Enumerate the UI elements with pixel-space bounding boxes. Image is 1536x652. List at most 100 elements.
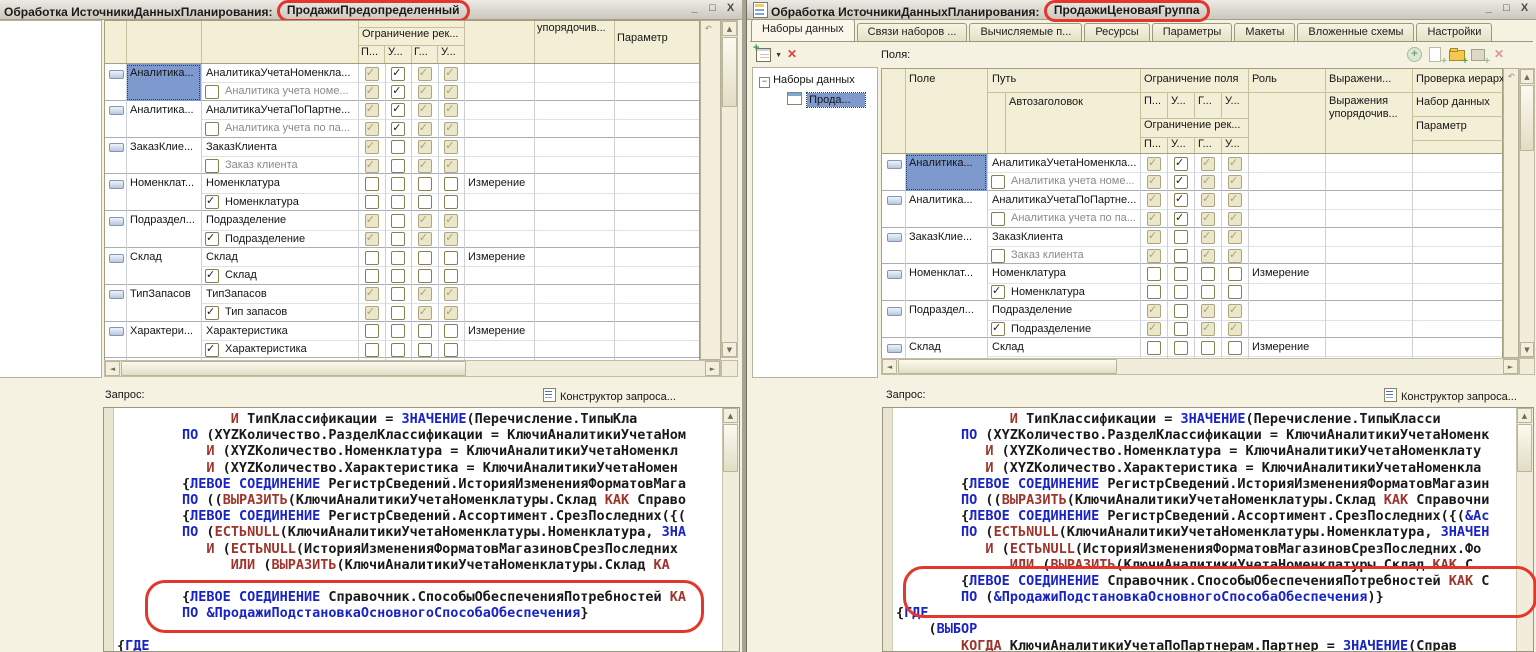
field-path-cell[interactable]: ТипЗапасов [206,285,355,303]
fields-table[interactable]: Аналитика...АналитикаУчетаНоменкла...Ана… [881,154,1503,358]
restriction-checkbox-unchecked[interactable] [1228,267,1242,281]
restriction-checkbox-unchecked[interactable] [365,177,379,191]
restriction-checkbox-disabled-checked[interactable] [365,306,379,320]
scroll-thumb[interactable] [723,424,738,472]
scroll-up-button[interactable]: ▲ [1517,408,1532,423]
field-name-cell[interactable]: Номенклат... [126,174,201,211]
restriction-checkbox-checked[interactable] [1174,157,1188,171]
restriction-checkbox-unchecked[interactable] [1201,267,1215,281]
restriction-checkbox-unchecked[interactable] [1174,341,1188,355]
field-name-cell[interactable]: ЗаказКлие... [126,138,201,175]
auto-title-cell[interactable]: Подразделение [1011,320,1136,338]
table-horizontal-scrollbar[interactable]: ◄ ► [104,360,721,377]
auto-title-cell[interactable]: Номенклатура [1011,283,1136,301]
row-drag-handle[interactable] [109,70,124,79]
restriction-checkbox-disabled-checked[interactable] [444,214,458,228]
restriction-checkbox-unchecked[interactable] [391,251,405,265]
scroll-up-button[interactable]: ▲ [1520,69,1534,84]
field-name-cell[interactable]: Склад [126,248,201,285]
restriction-checkbox-unchecked[interactable] [391,177,405,191]
field-name-cell[interactable]: Аналитика... [126,64,201,101]
titlebar-right[interactable]: Обработка ИсточникиДанныхПланирования: П… [747,0,1536,20]
restriction-checkbox-checked[interactable] [391,103,405,117]
restriction-checkbox-disabled-checked[interactable] [1228,249,1242,263]
restriction-checkbox-disabled-checked[interactable] [444,306,458,320]
row-drag-handle[interactable] [887,160,902,169]
field-path-cell[interactable]: Склад [206,248,355,266]
restriction-checkbox-disabled-checked[interactable] [444,67,458,81]
field-path-cell[interactable]: Характеристика [206,322,355,340]
restriction-checkbox-checked[interactable] [391,122,405,136]
auto-title-checkbox-unchecked[interactable] [205,85,219,99]
row-drag-handle[interactable] [887,344,902,353]
query-text-editor[interactable]: И ТипКлассификации = ЗНАЧЕНИЕ(Перечислен… [882,407,1534,652]
restriction-checkbox-unchecked[interactable] [391,343,405,357]
field-row-group[interactable]: Аналитика...АналитикаУчетаПоПартне...Ана… [105,101,699,138]
restriction-checkbox-unchecked[interactable] [444,177,458,191]
scroll-down-button[interactable]: ▼ [722,342,737,357]
restriction-checkbox-disabled-checked[interactable] [1228,175,1242,189]
auto-title-checkbox-checked[interactable] [205,306,219,320]
maximize-button[interactable]: □ [1500,1,1513,16]
restriction-checkbox-unchecked[interactable] [1147,285,1161,299]
datasets-tree-panel[interactable]: Наборы данных Прода... [752,67,878,378]
restriction-checkbox-disabled-checked[interactable] [365,85,379,99]
tab-parametry[interactable]: Параметры [1152,23,1233,41]
field-path-cell[interactable]: Номенклатура [206,174,355,192]
restriction-checkbox-unchecked[interactable] [391,324,405,338]
restriction-checkbox-disabled-checked[interactable] [365,140,379,154]
field-name-cell[interactable]: Номенклат... [905,264,987,301]
restriction-checkbox-disabled-checked[interactable] [444,232,458,246]
add-dataset-button[interactable]: + ▼ [756,46,782,63]
restriction-checkbox-unchecked[interactable] [391,287,405,301]
restriction-checkbox-disabled-checked[interactable] [1201,175,1215,189]
restriction-checkbox-disabled-checked[interactable] [365,103,379,117]
query-builder-button[interactable]: Конструктор запроса... [543,388,676,403]
maximize-button[interactable]: □ [706,1,719,16]
table-vertical-scrollbar[interactable]: ▲ ▼ [1519,68,1535,358]
scroll-thumb[interactable] [722,37,737,107]
row-drag-handle[interactable] [887,196,902,205]
restriction-checkbox-disabled-checked[interactable] [418,67,432,81]
restriction-checkbox-disabled-checked[interactable] [444,122,458,136]
restriction-checkbox-disabled-checked[interactable] [444,103,458,117]
restriction-checkbox-unchecked[interactable] [1201,285,1215,299]
restriction-checkbox-disabled-checked[interactable] [418,287,432,301]
minimize-button[interactable]: _ [688,1,701,16]
restriction-checkbox-disabled-checked[interactable] [1201,249,1215,263]
field-row-group[interactable]: Номенклат...НоменклатураИзмерениеНоменкл… [882,264,1502,301]
field-row-group[interactable]: Аналитика...АналитикаУчетаПоПартне...Ана… [882,191,1502,228]
row-drag-handle[interactable] [887,233,902,242]
restriction-checkbox-disabled-checked[interactable] [418,306,432,320]
restriction-checkbox-disabled-checked[interactable] [418,159,432,173]
table-horizontal-scrollbar[interactable]: ◄ ► [881,358,1519,375]
restriction-checkbox-disabled-checked[interactable] [418,103,432,117]
restriction-checkbox-disabled-checked[interactable] [1201,230,1215,244]
restriction-checkbox-disabled-checked[interactable] [444,287,458,301]
restriction-checkbox-unchecked[interactable] [391,195,405,209]
restriction-checkbox-disabled-checked[interactable] [444,140,458,154]
restriction-checkbox-disabled-checked[interactable] [1201,304,1215,318]
restriction-checkbox-disabled-checked[interactable] [1147,249,1161,263]
field-name-cell[interactable]: Подраздел... [905,301,987,338]
row-drag-handle[interactable] [887,270,902,279]
auto-title-checkbox-unchecked[interactable] [205,122,219,136]
restriction-checkbox-disabled-checked[interactable] [365,232,379,246]
restriction-checkbox-unchecked[interactable] [391,269,405,283]
row-drag-handle[interactable] [887,307,902,316]
scroll-right-button[interactable]: ► [705,361,720,376]
row-drag-handle[interactable] [109,327,124,336]
tab-resursy[interactable]: Ресурсы [1084,23,1149,41]
restriction-checkbox-unchecked[interactable] [418,324,432,338]
restriction-checkbox-unchecked[interactable] [418,269,432,283]
query-vertical-scrollbar[interactable]: ▲ [1516,408,1533,651]
scroll-thumb[interactable] [121,361,466,376]
auto-title-cell[interactable]: Заказ клиента [225,156,354,174]
scroll-left-button[interactable]: ◄ [882,359,897,374]
add-folder-button[interactable]: + [1448,46,1466,63]
auto-title-cell[interactable]: Номенклатура [225,193,354,211]
collapse-icon[interactable] [759,77,770,88]
auto-title-cell[interactable]: Аналитика учета по па... [225,119,354,137]
restriction-checkbox-checked[interactable] [1174,175,1188,189]
close-button[interactable]: X [724,1,737,16]
